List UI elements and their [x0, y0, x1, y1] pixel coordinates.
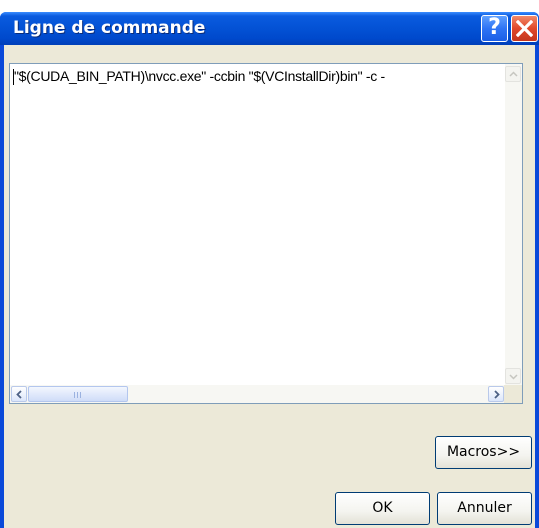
- dialog-title: Ligne de commande: [13, 18, 206, 38]
- command-line-dialog: Ligne de commande ? "$(CUDA_BIN_PATH)\nv…: [0, 12, 539, 528]
- ok-button[interactable]: OK: [335, 492, 430, 525]
- background-text-strip: [0, 0, 539, 12]
- chevron-right-icon: [494, 390, 500, 399]
- title-bar[interactable]: Ligne de commande ?: [0, 12, 539, 45]
- thumb-grip: [74, 392, 75, 398]
- command-line-textarea[interactable]: "$(CUDA_BIN_PATH)\nvcc.exe" -ccbin "$(VC…: [9, 63, 523, 404]
- cancel-button[interactable]: Annuler: [437, 492, 532, 525]
- chevron-down-icon: [509, 374, 518, 380]
- scrollbar-corner: [504, 385, 522, 403]
- thumb-grip: [80, 392, 81, 398]
- command-line-text[interactable]: "$(CUDA_BIN_PATH)\nvcc.exe" -ccbin "$(VC…: [14, 68, 494, 84]
- chevron-up-icon: [509, 71, 518, 77]
- thumb-grip: [77, 392, 78, 398]
- scroll-right-button[interactable]: [488, 386, 504, 402]
- help-button[interactable]: ?: [481, 15, 508, 42]
- horizontal-scrollbar[interactable]: [10, 385, 505, 403]
- dialog-client-area: "$(CUDA_BIN_PATH)\nvcc.exe" -ccbin "$(VC…: [4, 45, 535, 528]
- close-button[interactable]: [511, 15, 538, 42]
- chevron-left-icon: [16, 390, 22, 399]
- scroll-up-button[interactable]: [505, 66, 521, 82]
- horizontal-scroll-thumb[interactable]: [28, 386, 128, 402]
- macros-button[interactable]: Macros>>: [435, 436, 532, 469]
- scroll-left-button[interactable]: [11, 386, 27, 402]
- vertical-scrollbar[interactable]: [505, 64, 522, 386]
- scroll-down-button[interactable]: [505, 368, 521, 384]
- close-icon: [516, 20, 533, 37]
